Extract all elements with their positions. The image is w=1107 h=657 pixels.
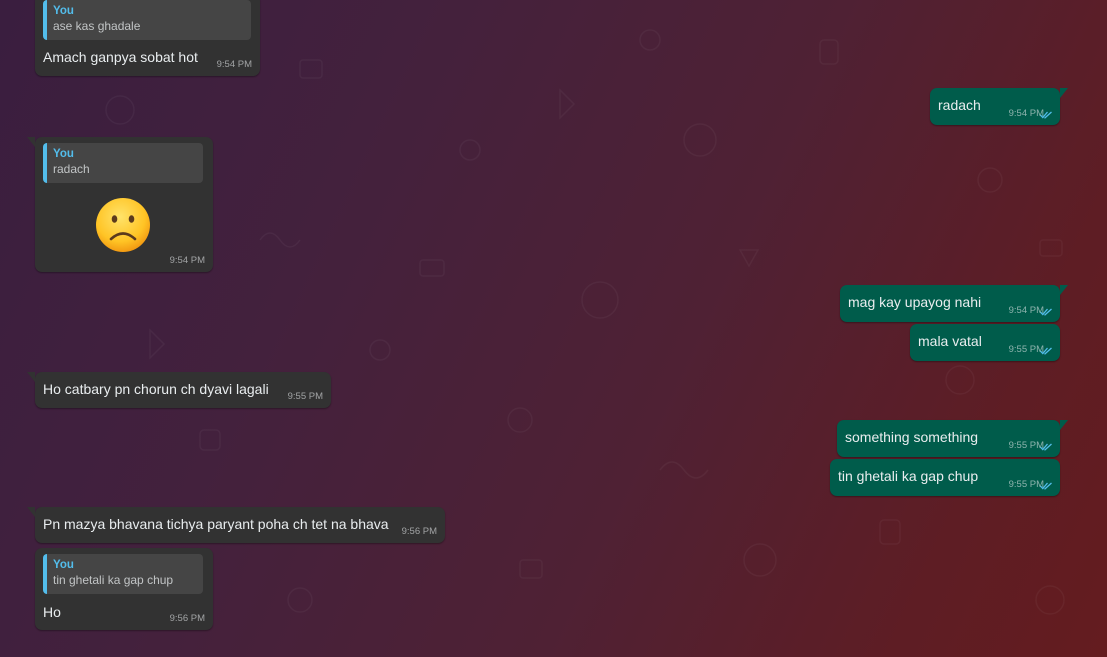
message-time: 9:54 PM bbox=[216, 59, 252, 70]
incoming-message[interactable]: Pn mazya bhavana tichya paryant poha ch … bbox=[27, 507, 445, 543]
double-check-icon bbox=[1040, 347, 1052, 355]
outgoing-message[interactable]: mala vatal 9:55 PM bbox=[910, 324, 1060, 361]
double-check-icon bbox=[1040, 308, 1052, 316]
incoming-message[interactable]: You ase kas ghadale Amach ganpya sobat h… bbox=[35, 0, 260, 76]
message-time: 9:55 PM bbox=[1008, 344, 1044, 355]
message-time: 9:55 PM bbox=[287, 391, 323, 402]
double-check-icon bbox=[1040, 443, 1052, 451]
bubble-tail bbox=[1060, 88, 1068, 98]
bubble-tail bbox=[1060, 285, 1068, 295]
quote-text: tin ghetali ka gap chup bbox=[53, 573, 174, 587]
message-text: Amach ganpya sobat hot bbox=[43, 49, 198, 65]
message-time: 9:56 PM bbox=[169, 613, 205, 624]
outgoing-message[interactable]: something something 9:55 PM bbox=[837, 420, 1068, 457]
message-time: 9:54 PM bbox=[1008, 108, 1044, 119]
quoted-message[interactable]: You tin ghetali ka gap chup bbox=[43, 554, 203, 594]
message-text: Ho catbary pn chorun ch dyavi lagali bbox=[43, 381, 269, 397]
quoted-message[interactable]: You ase kas ghadale bbox=[43, 0, 251, 40]
bubble-tail bbox=[27, 372, 35, 382]
double-check-icon bbox=[1040, 482, 1052, 490]
frowning-face-icon bbox=[96, 198, 150, 252]
incoming-message[interactable]: Ho catbary pn chorun ch dyavi lagali 9:5… bbox=[27, 372, 331, 408]
message-text: tin ghetali ka gap chup bbox=[838, 468, 979, 484]
double-check-icon bbox=[1040, 111, 1052, 119]
message-text: mala vatal bbox=[918, 333, 982, 349]
bubble-tail bbox=[27, 137, 35, 147]
outgoing-message[interactable]: radach 9:54 PM bbox=[930, 88, 1068, 125]
message-text: something something bbox=[845, 429, 979, 445]
outgoing-message[interactable]: mag kay upayog nahi 9:54 PM bbox=[840, 285, 1068, 322]
quote-author: You bbox=[53, 559, 74, 571]
bubble-tail bbox=[27, 507, 35, 517]
quote-text: ase kas ghadale bbox=[53, 19, 141, 33]
outgoing-message[interactable]: tin ghetali ka gap chup 9:55 PM bbox=[830, 459, 1060, 496]
message-time: 9:55 PM bbox=[1008, 479, 1044, 490]
message-text: radach bbox=[938, 97, 981, 113]
quote-text: radach bbox=[53, 162, 90, 176]
quote-author: You bbox=[53, 5, 74, 17]
incoming-message[interactable]: You tin ghetali ka gap chup Ho 9:56 PM bbox=[35, 548, 213, 630]
message-time: 9:54 PM bbox=[169, 255, 205, 266]
message-time: 9:56 PM bbox=[401, 526, 437, 537]
message-time: 9:54 PM bbox=[1008, 305, 1044, 316]
chat-panel: You ase kas ghadale Amach ganpya sobat h… bbox=[0, 0, 1107, 657]
incoming-message[interactable]: You radach 9:54 PM bbox=[27, 137, 213, 272]
message-text: Pn mazya bhavana tichya paryant poha ch … bbox=[43, 516, 389, 532]
message-time: 9:55 PM bbox=[1008, 440, 1044, 451]
quoted-message[interactable]: You radach bbox=[43, 143, 203, 183]
message-text: mag kay upayog nahi bbox=[848, 294, 982, 310]
bubble-tail bbox=[1060, 420, 1068, 430]
message-text: Ho bbox=[43, 604, 61, 620]
quote-author: You bbox=[53, 148, 74, 160]
